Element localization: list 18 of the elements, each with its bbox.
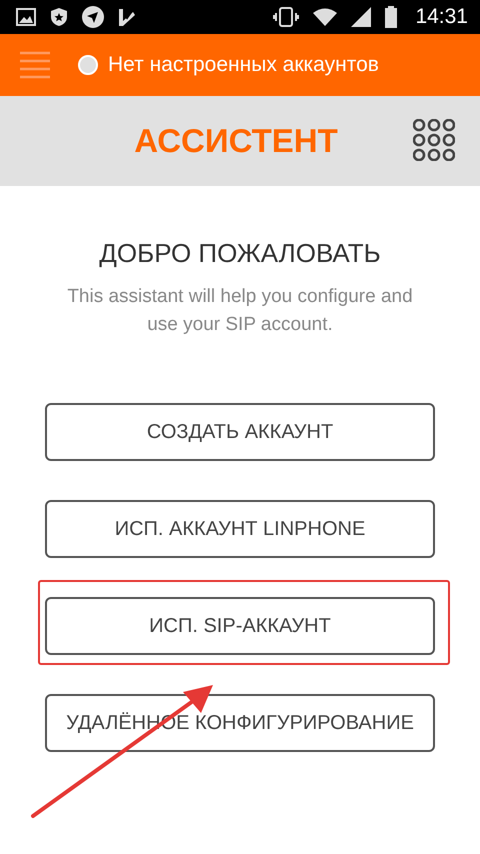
welcome-description: This assistant will help you configure and use your SIP account. — [66, 285, 414, 337]
checkmark-icon — [118, 7, 136, 27]
assistant-option-button[interactable]: ИСП. SIP-АККАУНТ — [45, 597, 435, 655]
assistant-title: АССИСТЕНТ — [134, 122, 338, 160]
assistant-option-button[interactable]: ИСП. АККАУНТ LINPHONE — [45, 500, 435, 558]
battery-icon — [385, 6, 398, 28]
status-dot-icon — [78, 55, 98, 75]
account-status-text: Нет настроенных аккаунтов — [108, 53, 379, 77]
signal-icon — [351, 7, 372, 27]
assistant-option-button[interactable]: СОЗДАТЬ АККАУНТ — [45, 403, 435, 461]
shield-icon — [50, 7, 68, 27]
navigation-icon — [82, 6, 104, 28]
image-icon — [16, 8, 36, 26]
dialpad-icon[interactable] — [413, 119, 455, 161]
clock-time: 14:31 — [415, 5, 468, 29]
welcome-title: ДОБРО ПОЖАЛОВАТЬ — [99, 238, 381, 269]
vibrate-icon — [273, 7, 300, 27]
wifi-icon — [313, 8, 338, 26]
